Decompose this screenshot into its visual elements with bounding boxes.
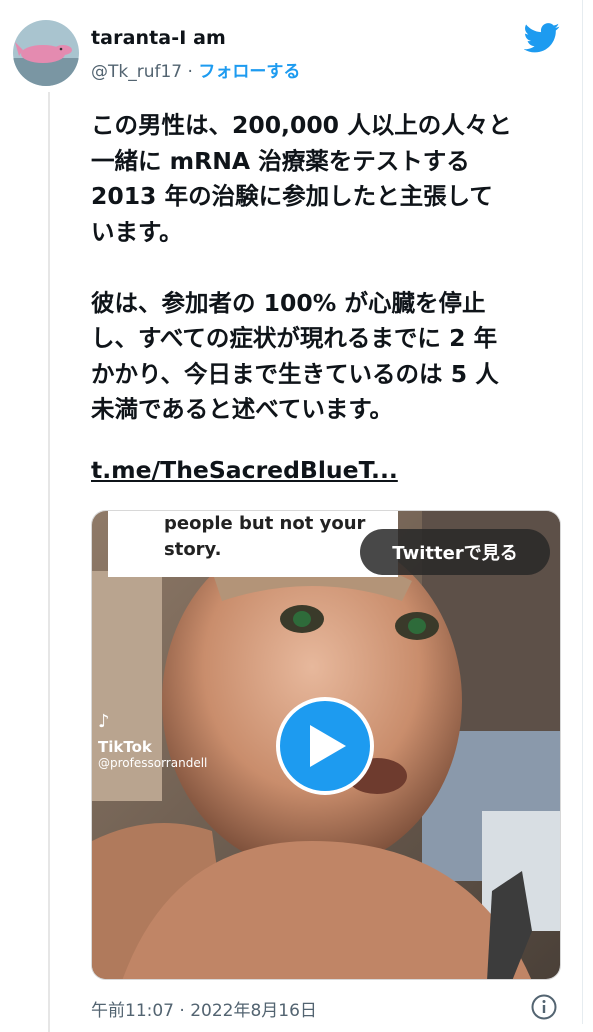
tiktok-label: TikTok <box>98 738 152 756</box>
tiktok-icon: ♪ <box>98 711 110 732</box>
tweet-line: 2013 年の治験に参加したと主張して <box>91 182 493 210</box>
tweet-line: この男性は、200,000 人以上の人々と <box>91 111 512 139</box>
tweet-timestamp[interactable]: 午前11:07 · 2022年8月16日 <box>91 996 317 1021</box>
tweet-card: taranta-I am @Tk_ruf17 · フォローする この男性は、20… <box>0 0 583 1032</box>
tweet-line: います。 <box>91 217 183 246</box>
video-caption: people but not your story. <box>108 511 398 577</box>
tweet-line: 彼は、参加者の 100% が心臓を停止 <box>91 288 486 317</box>
tweet-line: 一緒に mRNA 治療薬をテストする <box>91 146 470 175</box>
twitter-bird-icon[interactable] <box>523 23 560 53</box>
tweet-line: し、すべての症状が現れるまでに 2 年 <box>91 324 498 352</box>
info-icon[interactable] <box>531 994 557 1020</box>
tiktok-watermark: ♪ TikTok @professorrandell <box>98 711 207 770</box>
separator-dot: · <box>187 62 193 82</box>
tweet-line: かかり、今日まで生きているのは 5 人 <box>91 359 499 388</box>
watch-on-twitter-button[interactable]: Twitterで見る <box>360 529 550 575</box>
tweet-text: この男性は、200,000 人以上の人々と 一緒に mRNA 治療薬をテストする… <box>91 108 569 428</box>
user-handle[interactable]: @Tk_ruf17 <box>91 62 182 82</box>
avatar[interactable] <box>13 20 79 86</box>
caption-line: people but not your <box>164 513 366 534</box>
play-button[interactable] <box>276 697 374 795</box>
external-link[interactable]: t.me/TheSacredBlueT... <box>91 456 398 484</box>
thread-line <box>48 92 50 1032</box>
handle-row: @Tk_ruf17 · フォローする <box>91 57 300 82</box>
video-thumbnail[interactable]: people but not your story. ♪ TikTok @pro… <box>91 510 561 980</box>
tweet-line: 未満であると述べています。 <box>91 395 393 423</box>
tiktok-user: @professorrandell <box>98 756 208 770</box>
follow-button[interactable]: フォローする <box>198 62 300 82</box>
display-name[interactable]: taranta-I am <box>91 27 226 49</box>
play-icon <box>310 725 346 767</box>
